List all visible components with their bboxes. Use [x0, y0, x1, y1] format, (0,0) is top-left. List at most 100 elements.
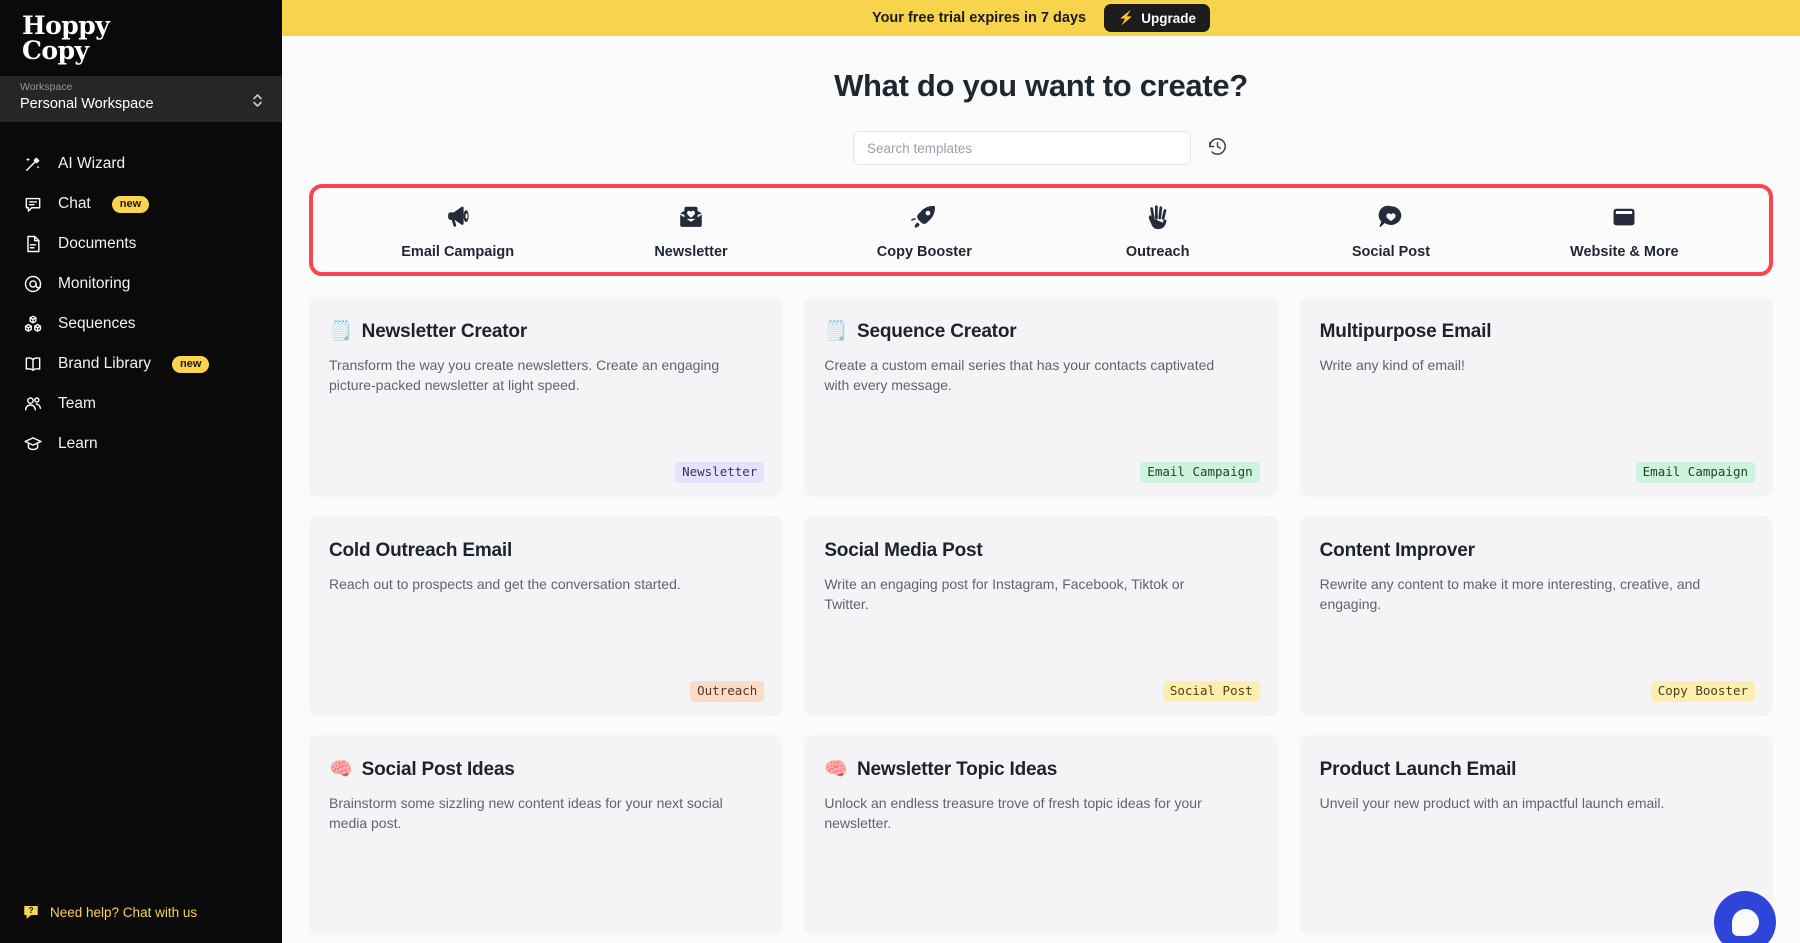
- at-circle-icon: [22, 273, 44, 295]
- category-tabs: Email Campaign Newsletter Copy Booster O…: [313, 202, 1769, 260]
- sidebar-item-brand-library[interactable]: Brand Library new: [0, 344, 282, 384]
- template-card-head: Multipurpose Email: [1320, 321, 1751, 343]
- template-card-desc: Transform the way you create newsletters…: [329, 357, 720, 393]
- app-logo[interactable]: Hoppy Copy: [0, 0, 282, 76]
- page-title: What do you want to create?: [834, 68, 1248, 103]
- sidebar-item-chat[interactable]: Chat new: [0, 184, 282, 224]
- template-card[interactable]: Content Improver Rewrite any content to …: [1299, 516, 1773, 716]
- upgrade-button-label: Upgrade: [1141, 10, 1197, 26]
- sidebar-item-learn[interactable]: Learn: [0, 424, 282, 464]
- search-templates-input[interactable]: [853, 131, 1191, 165]
- history-button[interactable]: [1205, 136, 1229, 160]
- template-card-desc: Reach out to prospects and get the conve…: [329, 576, 681, 592]
- category-tab-label: Email Campaign: [401, 244, 515, 260]
- chat-bubble-icon: [22, 193, 44, 215]
- workspace-name: Personal Workspace: [20, 96, 154, 112]
- sidebar-nav: AI Wizard Chat new Documents Monitoring …: [0, 144, 282, 464]
- template-card-tag: Email Campaign: [1635, 462, 1755, 483]
- template-card-head: 🗒️ Newsletter Creator: [329, 321, 760, 343]
- category-tab-label: Social Post: [1351, 244, 1431, 260]
- template-card-desc: Rewrite any content to make it more inte…: [1319, 576, 1701, 612]
- template-card[interactable]: Cold Outreach Email Reach out to prospec…: [309, 516, 783, 716]
- badge-new: new: [172, 355, 210, 373]
- workspace-text: Workspace Personal Workspace: [20, 81, 154, 113]
- document-icon: [22, 233, 44, 255]
- template-card-title: Multipurpose Email: [1319, 321, 1492, 342]
- category-tab-outreach[interactable]: Outreach: [1041, 202, 1274, 260]
- template-card-desc: Unveil your new product with an impactfu…: [1319, 795, 1665, 811]
- notepad-icon: 🗒️: [824, 321, 848, 342]
- template-card-title: Product Launch Email: [1319, 759, 1517, 780]
- category-tab-newsletter[interactable]: Newsletter: [574, 202, 807, 260]
- lightning-bolt-icon: ⚡: [1118, 10, 1135, 25]
- upgrade-button[interactable]: ⚡ Upgrade: [1104, 4, 1211, 32]
- template-card-head: Product Launch Email: [1320, 759, 1751, 781]
- template-card-tag: Email Campaign: [1140, 462, 1260, 483]
- template-card[interactable]: Multipurpose Email Write any kind of ema…: [1299, 297, 1773, 497]
- category-tab-social-post[interactable]: Social Post: [1274, 202, 1507, 260]
- help-chat-label: Need help? Chat with us: [50, 904, 198, 920]
- rocket-icon: [909, 202, 939, 232]
- logo-line-2: Copy: [22, 36, 89, 65]
- template-card-title: Newsletter Topic Ideas: [857, 759, 1058, 780]
- logo-text: Hoppy Copy: [22, 11, 110, 65]
- template-card-desc: Create a custom email series that has yo…: [824, 357, 1215, 393]
- category-tab-label: Newsletter: [654, 244, 728, 260]
- template-card-title: Newsletter Creator: [361, 321, 528, 342]
- main-content: Your free trial expires in 7 days ⚡ Upgr…: [282, 0, 1800, 943]
- category-tab-label: Website & More: [1570, 244, 1679, 260]
- people-icon: [22, 393, 44, 415]
- template-card-desc: Write any kind of email!: [1319, 357, 1465, 373]
- chevron-up-down-icon: [251, 92, 264, 114]
- template-card[interactable]: 🗒️ Sequence Creator Create a custom emai…: [804, 297, 1278, 497]
- template-card-head: Content Improver: [1320, 540, 1751, 562]
- template-card-desc: Write an engaging post for Instagram, Fa…: [824, 576, 1185, 612]
- badge-new: new: [111, 195, 150, 213]
- sidebar-item-label: Documents: [58, 235, 137, 252]
- sidebar-item-ai-wizard[interactable]: AI Wizard: [0, 144, 282, 184]
- cubes-icon: [22, 313, 44, 335]
- template-card-head: 🧠 Social Post Ideas: [329, 759, 760, 781]
- megaphone-icon: [443, 202, 473, 232]
- sidebar-item-label: Brand Library: [58, 355, 152, 372]
- template-card-title: Social Media Post: [824, 540, 983, 561]
- template-card-head: 🧠 Newsletter Topic Ideas: [824, 759, 1255, 781]
- question-chat-icon: ?: [22, 903, 40, 921]
- sidebar-item-label: Learn: [58, 435, 98, 452]
- template-card[interactable]: Product Launch Email Unveil your new pro…: [1299, 735, 1773, 935]
- template-card[interactable]: 🗒️ Newsletter Creator Transform the way …: [309, 297, 783, 497]
- sidebar-item-label: Sequences: [58, 315, 136, 332]
- brain-icon: 🧠: [824, 759, 848, 780]
- template-card[interactable]: Social Media Post Write an engaging post…: [804, 516, 1278, 716]
- template-card-desc: Unlock an endless treasure trove of fres…: [824, 795, 1202, 831]
- help-chat-link[interactable]: ? Need help? Chat with us: [0, 903, 197, 921]
- template-card[interactable]: 🧠 Newsletter Topic Ideas Unlock an endle…: [804, 735, 1278, 935]
- workspace-selector[interactable]: Workspace Personal Workspace: [0, 76, 282, 122]
- template-card[interactable]: 🧠 Social Post Ideas Brainstorm some sizz…: [309, 735, 783, 935]
- magic-wand-icon: [22, 153, 44, 175]
- brain-icon: 🧠: [329, 759, 353, 780]
- template-card-head: Social Media Post: [824, 540, 1255, 562]
- logo-line-1: Hoppy: [22, 11, 110, 40]
- sidebar-item-label: AI Wizard: [58, 155, 126, 172]
- svg-text:?: ?: [28, 906, 33, 915]
- template-grid: 🗒️ Newsletter Creator Transform the way …: [309, 297, 1773, 935]
- sidebar-item-monitoring[interactable]: Monitoring: [0, 264, 282, 304]
- category-tab-website-and-more[interactable]: Website & More: [1508, 202, 1741, 260]
- category-tab-email-campaign[interactable]: Email Campaign: [341, 202, 574, 260]
- trial-banner-text: Your free trial expires in 7 days: [871, 10, 1087, 26]
- sidebar-item-label: Team: [58, 395, 96, 412]
- sidebar-item-team[interactable]: Team: [0, 384, 282, 424]
- graduation-cap-icon: [22, 433, 44, 455]
- category-tab-label: Outreach: [1125, 244, 1190, 260]
- category-tab-copy-booster[interactable]: Copy Booster: [808, 202, 1041, 260]
- sidebar-item-label: Chat: [58, 195, 91, 212]
- template-card-tag: Outreach: [690, 681, 765, 702]
- sidebar-item-documents[interactable]: Documents: [0, 224, 282, 264]
- envelope-heart-icon: [676, 202, 706, 232]
- sidebar-item-sequences[interactable]: Sequences: [0, 304, 282, 344]
- browser-window-icon: [1610, 202, 1638, 232]
- template-card-head: 🗒️ Sequence Creator: [824, 321, 1255, 343]
- template-card-tag: Copy Booster: [1650, 681, 1755, 702]
- sidebar: Hoppy Copy Workspace Personal Workspace: [0, 0, 282, 943]
